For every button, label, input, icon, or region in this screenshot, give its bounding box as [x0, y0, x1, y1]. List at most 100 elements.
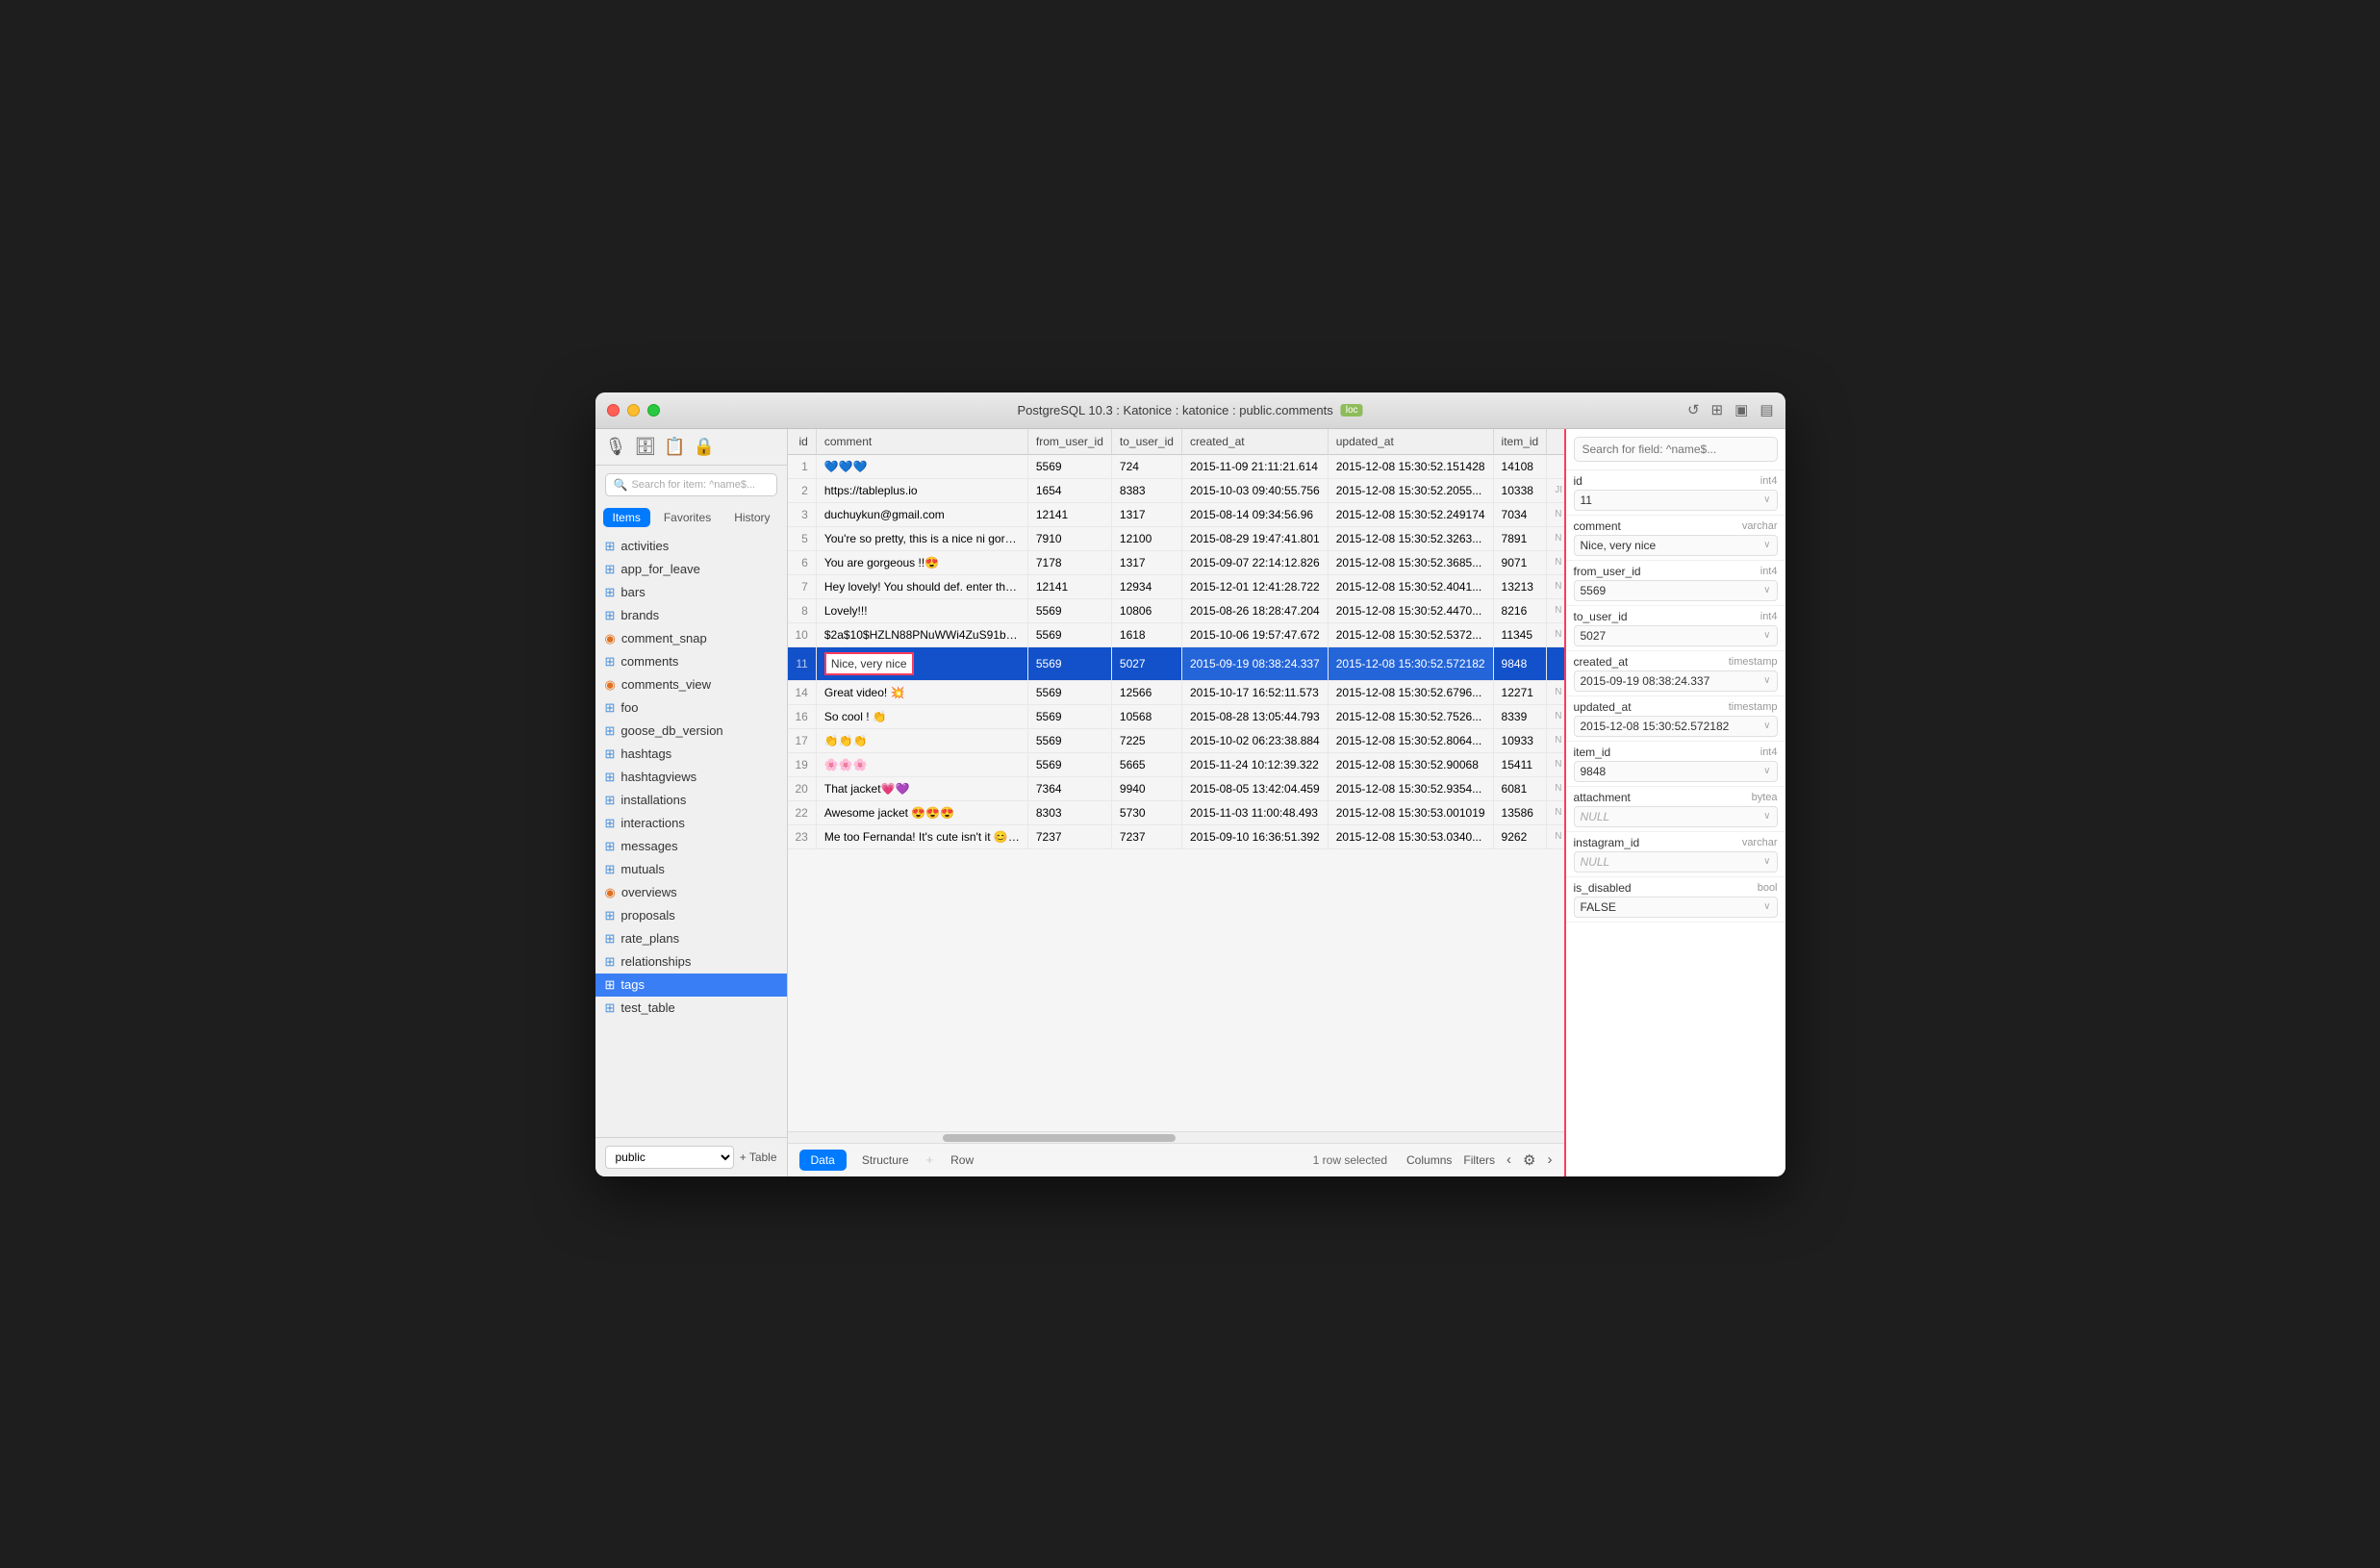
data-table-wrapper[interactable]: id comment from_user_id to_user_id creat… [788, 429, 1564, 1131]
field-value-row[interactable]: 5569∨ [1574, 580, 1778, 601]
sidebar-item-comments[interactable]: ⊞comments [595, 650, 787, 673]
sidebar-item-rate_plans[interactable]: ⊞rate_plans [595, 927, 787, 950]
settings-button[interactable]: ⚙ [1523, 1151, 1535, 1169]
field-expand-icon[interactable]: ∨ [1763, 721, 1770, 731]
schema-select[interactable]: public [605, 1146, 734, 1169]
sidebar-item-hashtags[interactable]: ⊞hashtags [595, 743, 787, 766]
field-value-row[interactable]: 2015-09-19 08:38:24.337∨ [1574, 670, 1778, 692]
col-updated-at[interactable]: updated_at [1328, 429, 1493, 455]
horizontal-scrollbar[interactable] [788, 1131, 1564, 1143]
panel-icon[interactable]: ▣ [1734, 401, 1748, 418]
table-row[interactable]: 17👏👏👏556972252015-10-02 06:23:38.8842015… [788, 728, 1564, 752]
cell-item-id: 13213 [1493, 574, 1547, 598]
data-tab-button[interactable]: Data [799, 1150, 847, 1171]
sidebar-item-foo[interactable]: ⊞foo [595, 696, 787, 720]
sidebar-item-comments_view[interactable]: ◉comments_view [595, 673, 787, 696]
cell-updated-at: 2015-12-08 15:30:52.4041... [1328, 574, 1493, 598]
add-table-button[interactable]: + Table [740, 1151, 777, 1164]
sidebar-item-proposals[interactable]: ⊞proposals [595, 904, 787, 927]
refresh-icon[interactable]: ↺ [1687, 401, 1700, 418]
fullscreen-button[interactable] [647, 404, 660, 417]
sidebar-search-bar[interactable]: 🔍 Search for item: ^name$... [605, 473, 777, 496]
field-expand-icon[interactable]: ∨ [1763, 901, 1770, 912]
selected-comment-box: Nice, very nice [824, 652, 914, 675]
columns-button[interactable]: Columns [1406, 1153, 1452, 1167]
col-created-at[interactable]: created_at [1181, 429, 1328, 455]
structure-tab-button[interactable]: Structure [850, 1150, 921, 1171]
field-value-row[interactable]: 9848∨ [1574, 761, 1778, 782]
right-panel-search-input[interactable] [1574, 437, 1778, 462]
sidebar-item-bars[interactable]: ⊞bars [595, 581, 787, 604]
col-from-user-id[interactable]: from_user_id [1027, 429, 1111, 455]
table-icon: ⊞ [605, 931, 616, 947]
field-expand-icon[interactable]: ∨ [1763, 585, 1770, 595]
field-expand-icon[interactable]: ∨ [1763, 494, 1770, 505]
sidebar-item-app_for_leave[interactable]: ⊞app_for_leave [595, 558, 787, 581]
table-row[interactable]: 6You are gorgeous !!😍717813172015-09-07 … [788, 550, 1564, 574]
sidebar-item-tags[interactable]: ⊞tags [595, 974, 787, 997]
table-row[interactable]: 8Lovely!!!5569108062015-08-26 18:28:47.2… [788, 598, 1564, 622]
row-tab-button[interactable]: Row [939, 1150, 985, 1171]
field-expand-icon[interactable]: ∨ [1763, 630, 1770, 641]
tab-items[interactable]: Items [603, 508, 650, 527]
table-row[interactable]: 14Great video! 💥5569125662015-10-17 16:5… [788, 680, 1564, 704]
field-value-row[interactable]: 2015-12-08 15:30:52.572182∨ [1574, 716, 1778, 737]
next-page-button[interactable]: › [1548, 1151, 1553, 1168]
sidebar-item-interactions[interactable]: ⊞interactions [595, 812, 787, 835]
sidebar-item-activities[interactable]: ⊞activities [595, 535, 787, 558]
field-expand-icon[interactable]: ∨ [1763, 766, 1770, 776]
field-value-row[interactable]: Nice, very nice∨ [1574, 535, 1778, 556]
tab-favorites[interactable]: Favorites [654, 508, 721, 527]
field-expand-icon[interactable]: ∨ [1763, 675, 1770, 686]
table-row[interactable]: 2https://tableplus.io165483832015-10-03 … [788, 478, 1564, 502]
sql-icon[interactable]: 📋 [664, 437, 685, 457]
table-icon: ⊞ [605, 839, 616, 854]
table-row[interactable]: 10$2a$10$HZLN88PNuWWi4ZuS91b8dR98Iit0kbl… [788, 622, 1564, 646]
table-row[interactable]: 7Hey lovely! You should def. enter the C… [788, 574, 1564, 598]
cell-from-user-id: 5569 [1027, 704, 1111, 728]
table-row[interactable]: 5You're so pretty, this is a nice ni gor… [788, 526, 1564, 550]
sidebar-item-relationships[interactable]: ⊞relationships [595, 950, 787, 974]
field-value-row[interactable]: NULL∨ [1574, 806, 1778, 827]
table-row[interactable]: 20That jacket💗💜736499402015-08-05 13:42:… [788, 776, 1564, 800]
field-expand-icon[interactable]: ∨ [1763, 540, 1770, 550]
field-value-row[interactable]: 5027∨ [1574, 625, 1778, 646]
filters-button[interactable]: Filters [1463, 1153, 1495, 1167]
sidebar-item-installations[interactable]: ⊞installations [595, 789, 787, 812]
col-item-id[interactable]: item_id [1493, 429, 1547, 455]
table-row[interactable]: 16So cool ! 👏5569105682015-08-28 13:05:4… [788, 704, 1564, 728]
sidebar-item-goose_db_version[interactable]: ⊞goose_db_version [595, 720, 787, 743]
col-id[interactable]: id [788, 429, 817, 455]
table-row[interactable]: 19🌸🌸🌸556956652015-11-24 10:12:39.3222015… [788, 752, 1564, 776]
sidebar-item-test_table[interactable]: ⊞test_table [595, 997, 787, 1020]
grid-icon[interactable]: ⊞ [1711, 401, 1724, 418]
right-panel-icon[interactable]: ▤ [1760, 401, 1773, 418]
table-row[interactable]: 1💙💙💙55697242015-11-09 21:11:21.6142015-1… [788, 454, 1564, 478]
sidebar-item-overviews[interactable]: ◉overviews [595, 881, 787, 904]
tab-history[interactable]: History [724, 508, 779, 527]
sidebar-item-hashtagviews[interactable]: ⊞hashtagviews [595, 766, 787, 789]
minimize-button[interactable] [627, 404, 640, 417]
db-icon[interactable]: 🎙 [605, 437, 627, 457]
table-icon[interactable]: 🗄 [634, 437, 656, 457]
sidebar-item-messages[interactable]: ⊞messages [595, 835, 787, 858]
field-name-label: instagram_id [1574, 836, 1640, 849]
field-expand-icon[interactable]: ∨ [1763, 811, 1770, 822]
table-row[interactable]: 22Awesome jacket 😍😍😍830357302015-11-03 1… [788, 800, 1564, 824]
table-row[interactable]: 3duchuykun@gmail.com1214113172015-08-14 … [788, 502, 1564, 526]
sidebar-item-mutuals[interactable]: ⊞mutuals [595, 858, 787, 881]
table-row[interactable]: 11Nice, very nice556950272015-09-19 08:3… [788, 646, 1564, 680]
field-value-row[interactable]: 11∨ [1574, 490, 1778, 511]
col-comment[interactable]: comment [816, 429, 1027, 455]
sidebar-item-comment_snap[interactable]: ◉comment_snap [595, 627, 787, 650]
prev-page-button[interactable]: ‹ [1506, 1151, 1511, 1168]
lock-icon[interactable]: 🔒 [694, 437, 715, 457]
field-value-row[interactable]: FALSE∨ [1574, 897, 1778, 918]
field-expand-icon[interactable]: ∨ [1763, 856, 1770, 867]
sidebar-item-brands[interactable]: ⊞brands [595, 604, 787, 627]
field-value-row[interactable]: NULL∨ [1574, 851, 1778, 873]
table-row[interactable]: 23Me too Fernanda! It's cute isn't it 😊😊… [788, 824, 1564, 848]
col-to-user-id[interactable]: to_user_id [1111, 429, 1181, 455]
close-button[interactable] [607, 404, 620, 417]
scrollbar-thumb[interactable] [943, 1134, 1176, 1142]
